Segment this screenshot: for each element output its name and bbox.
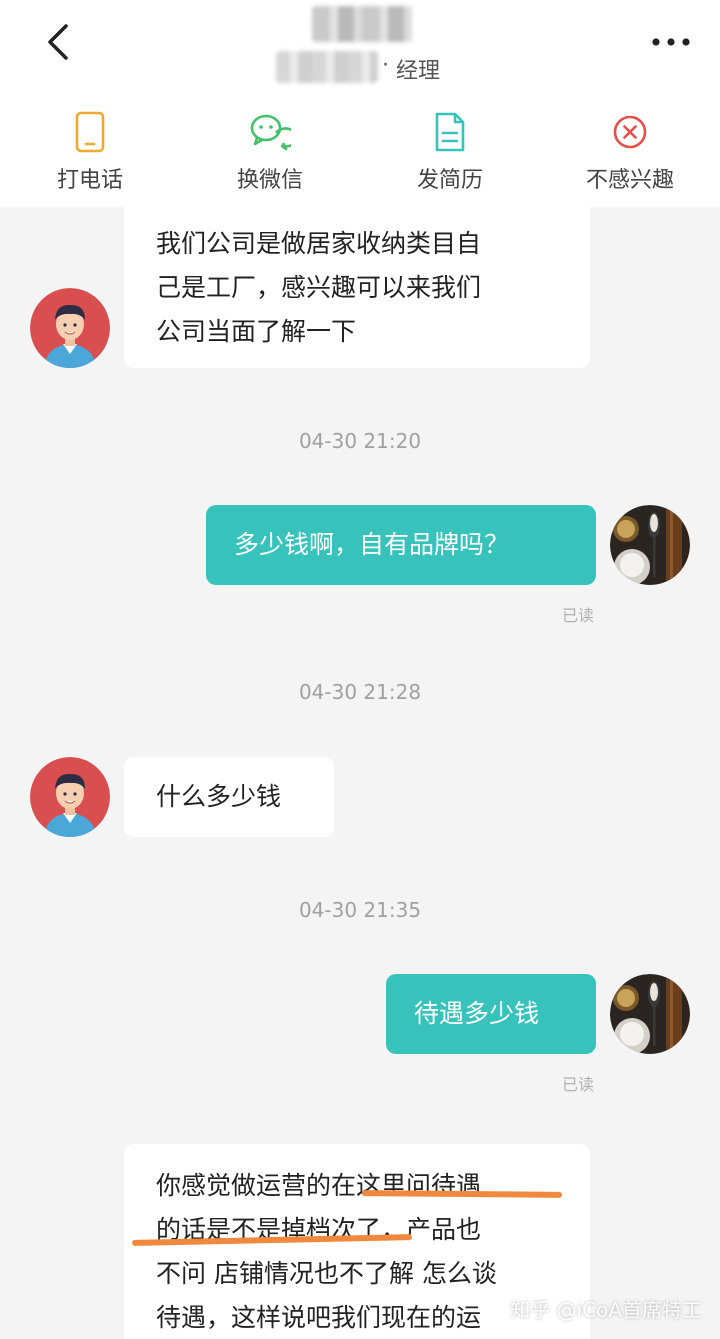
message-text-line: 待遇，这样说吧我们现在的运 bbox=[156, 1303, 482, 1332]
incoming-message-bubble[interactable]: 我们公司是做居家收纳类目自 己是工厂，感兴趣可以来我们 公司当面了解一下 bbox=[124, 207, 590, 368]
message-text-line: 公司当面了解一下 bbox=[156, 317, 357, 346]
not-interested-action-label: 不感兴趣 bbox=[585, 168, 674, 193]
phone-icon bbox=[75, 111, 105, 153]
timestamp: 04-30 21:28 bbox=[298, 680, 422, 704]
back-button[interactable] bbox=[36, 20, 80, 64]
watermark: 知乎 @iCoA首席特工 bbox=[510, 1298, 702, 1322]
chat-message-list[interactable]: 我们公司是做居家收纳类目自 己是工厂，感兴趣可以来我们 公司当面了解一下 04-… bbox=[0, 207, 720, 1339]
message-text-line: 不问 店铺情况也不了解 怎么谈 bbox=[156, 1259, 497, 1288]
message-text-line: 你感觉做运营的在这里问待遇 bbox=[156, 1171, 482, 1200]
message-text-line: 己是工厂，感兴趣可以来我们 bbox=[156, 273, 482, 302]
timestamp: 04-30 21:20 bbox=[298, 429, 422, 453]
recruiter-avatar[interactable] bbox=[30, 288, 110, 368]
my-avatar[interactable] bbox=[610, 505, 690, 585]
call-action-label: 打电话 bbox=[56, 168, 123, 193]
recruiter-avatar[interactable] bbox=[30, 757, 110, 837]
outgoing-message-bubble[interactable]: 待遇多少钱 bbox=[386, 974, 596, 1054]
more-dots-icon bbox=[652, 38, 690, 46]
not-interested-icon bbox=[613, 115, 647, 149]
not-interested-action[interactable]: 不感兴趣 bbox=[540, 100, 720, 200]
company-name-redacted bbox=[276, 51, 378, 83]
title-separator: · bbox=[382, 53, 389, 78]
message-text-line: 的话是不是掉档次了，产品也 bbox=[156, 1215, 482, 1244]
message-text: 待遇多少钱 bbox=[414, 999, 540, 1028]
wechat-icon bbox=[250, 114, 291, 151]
timestamp: 04-30 21:35 bbox=[298, 898, 422, 922]
message-text: 什么多少钱 bbox=[156, 782, 282, 811]
chevron-left-icon bbox=[48, 24, 68, 60]
action-bar: 打电话 换微信 发简历 不感兴趣 bbox=[0, 100, 720, 200]
resume-icon bbox=[435, 112, 465, 152]
wechat-action[interactable]: 换微信 bbox=[180, 100, 360, 200]
incoming-message-bubble[interactable]: 什么多少钱 bbox=[124, 757, 334, 837]
read-receipt: 已读 bbox=[562, 1075, 595, 1094]
chat-header: · 经理 打电话 换微信 发简历 不感兴趣 bbox=[0, 0, 720, 207]
contact-role: 经理 bbox=[396, 59, 441, 84]
call-action[interactable]: 打电话 bbox=[0, 100, 180, 200]
resume-action-label: 发简历 bbox=[416, 168, 483, 193]
read-receipt: 已读 bbox=[562, 606, 595, 625]
my-avatar[interactable] bbox=[610, 974, 690, 1054]
outgoing-message-bubble[interactable]: 多少钱啊，自有品牌吗？ bbox=[206, 505, 596, 585]
more-options-button[interactable] bbox=[636, 20, 706, 64]
resume-action[interactable]: 发简历 bbox=[360, 100, 540, 200]
message-text-line: 我们公司是做居家收纳类目自 bbox=[156, 229, 482, 258]
contact-name-redacted bbox=[312, 6, 412, 42]
wechat-action-label: 换微信 bbox=[236, 168, 303, 193]
message-text: 多少钱啊，自有品牌吗？ bbox=[234, 530, 510, 559]
